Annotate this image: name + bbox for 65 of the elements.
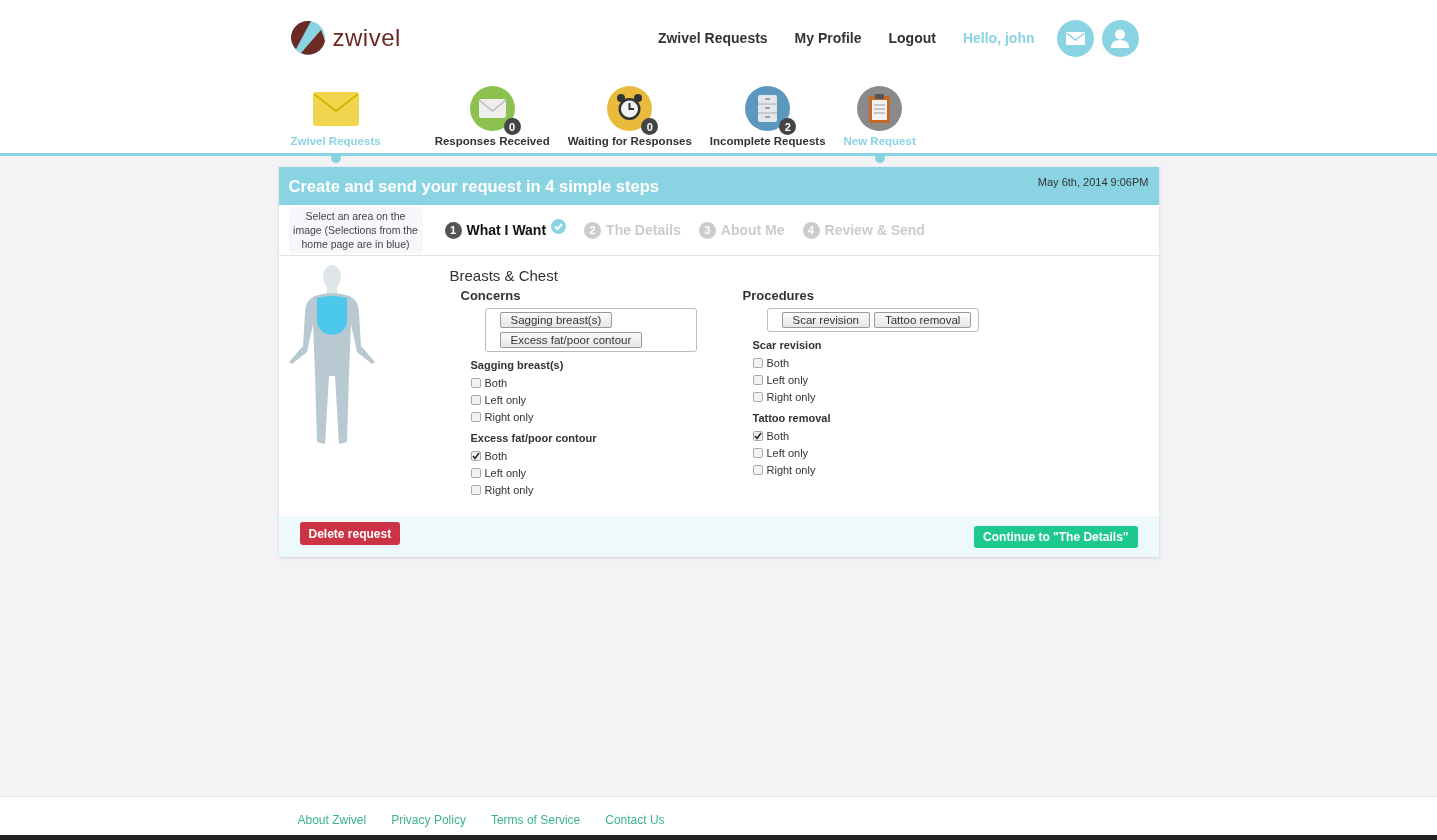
selection-tag[interactable]: Tattoo removal bbox=[873, 312, 972, 328]
checkbox[interactable] bbox=[470, 484, 481, 495]
checkbox[interactable] bbox=[752, 357, 763, 368]
section-heading: Concerns bbox=[460, 288, 522, 303]
hint-text: Select an area on the image (Selections from the home page are in blue) bbox=[288, 207, 423, 253]
option-label: Right only bbox=[484, 410, 534, 423]
section-heading: Procedures bbox=[742, 288, 816, 303]
nav-link[interactable]: My Profile bbox=[794, 30, 862, 46]
option-label: Left only bbox=[484, 393, 527, 406]
checkbox[interactable] bbox=[470, 411, 481, 422]
logo-text[interactable]: zwivel bbox=[332, 24, 401, 52]
body-figure-drawing[interactable] bbox=[288, 264, 375, 446]
greeting-text: Hello, john bbox=[962, 30, 1035, 46]
tag-input-field[interactable]: Sagging breast(s) Excess fat/poor contour bbox=[484, 308, 697, 352]
selection-tag[interactable]: Excess fat/poor contour bbox=[499, 332, 643, 348]
category-tab[interactable]: 0 Waiting for Responses bbox=[567, 76, 692, 147]
delete-button[interactable]: Delete request bbox=[299, 522, 401, 545]
option-label: Both bbox=[484, 449, 508, 462]
group-title: Scar revision bbox=[752, 339, 823, 351]
option-label: Right only bbox=[766, 463, 816, 476]
option-label: Right only bbox=[484, 483, 534, 496]
group-title: Sagging breast(s) bbox=[470, 359, 565, 371]
date-text: May 6th, 2014 9:06PM bbox=[1037, 176, 1149, 188]
selection-tag[interactable]: Sagging breast(s) bbox=[499, 312, 613, 328]
profile-button[interactable] bbox=[1101, 19, 1139, 57]
envelope-icon bbox=[312, 91, 359, 126]
nav-link[interactable]: Logout bbox=[888, 30, 936, 46]
logo-icon bbox=[290, 21, 325, 55]
user-icon bbox=[1111, 28, 1129, 48]
checkbox[interactable] bbox=[470, 450, 481, 461]
group-title: Tattoo removal bbox=[752, 412, 832, 424]
check-circle-icon bbox=[551, 218, 567, 234]
area-title: Breasts & Chest bbox=[449, 267, 559, 284]
checkbox[interactable] bbox=[752, 374, 763, 385]
checkbox[interactable] bbox=[752, 447, 763, 458]
option-label: Both bbox=[484, 376, 508, 389]
group-title: Excess fat/poor contour bbox=[470, 432, 598, 444]
option-label: Right only bbox=[766, 390, 816, 403]
checkbox[interactable] bbox=[752, 430, 763, 441]
mail-button[interactable] bbox=[1056, 19, 1094, 57]
option-label: Left only bbox=[766, 373, 809, 386]
checkbox[interactable] bbox=[470, 467, 481, 478]
option-label: Left only bbox=[484, 466, 527, 479]
option-label: Both bbox=[766, 356, 790, 369]
option-label: Both bbox=[766, 429, 790, 442]
file-cabinet-icon bbox=[745, 86, 791, 131]
clipboard-icon bbox=[857, 86, 903, 131]
card-title: Create and send your request in 4 simple steps bbox=[288, 176, 659, 196]
category-tab[interactable]: 0 Responses Received bbox=[434, 76, 550, 147]
nav-link[interactable]: Zwivel Requests bbox=[657, 30, 768, 46]
checkbox[interactable] bbox=[470, 394, 481, 405]
tag-input-field[interactable]: Scar revision Tattoo removal bbox=[766, 308, 979, 332]
option-label: Left only bbox=[766, 446, 809, 459]
envelope-icon bbox=[1065, 31, 1085, 45]
alarm-clock-icon bbox=[607, 86, 653, 131]
step-number: 1 bbox=[444, 221, 462, 239]
checkbox[interactable] bbox=[752, 391, 763, 402]
count-badge: 2 bbox=[779, 118, 797, 135]
checkbox[interactable] bbox=[752, 464, 763, 475]
step-tab[interactable]: What I Want bbox=[466, 222, 567, 238]
category-tab[interactable]: 2 Incomplete Requests bbox=[709, 76, 826, 147]
selection-tag[interactable]: Scar revision bbox=[781, 312, 870, 328]
count-badge: 0 bbox=[641, 118, 659, 135]
envelope-icon bbox=[469, 86, 515, 131]
checkbox[interactable] bbox=[470, 377, 481, 388]
